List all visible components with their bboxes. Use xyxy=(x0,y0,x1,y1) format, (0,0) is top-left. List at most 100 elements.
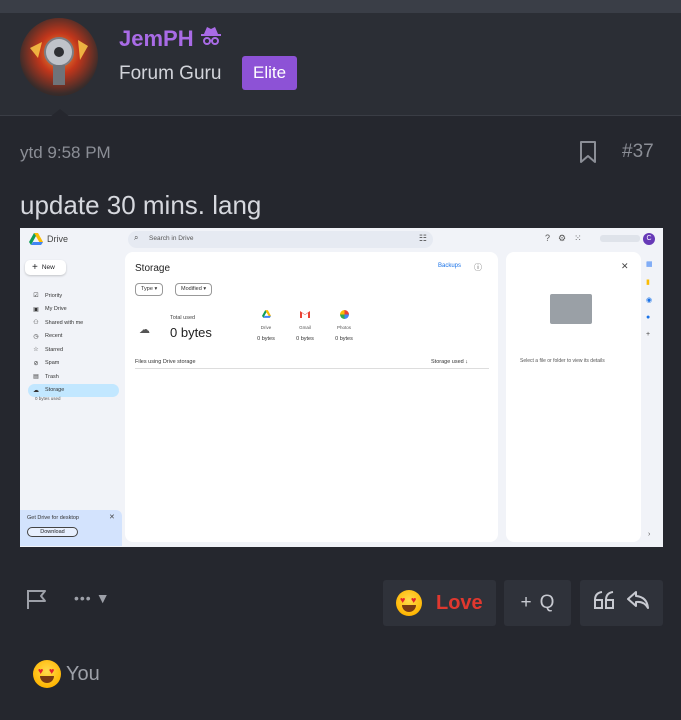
username[interactable]: JemPH xyxy=(119,25,222,53)
drive-filter-modified-label: Modified xyxy=(181,286,202,292)
user-header: JemPH Forum Guru Elite xyxy=(0,13,681,117)
drive-service-name: Photos xyxy=(336,325,351,330)
heart-eyes-emoji-icon: ♥ ♥ xyxy=(33,660,61,688)
details-placeholder-image xyxy=(550,294,592,324)
chevron-right-icon: › xyxy=(648,531,651,538)
clock-icon: ◷ xyxy=(33,333,39,340)
cloud-icon: ☁ xyxy=(33,387,39,394)
tasks-icon: ◉ xyxy=(646,297,653,304)
react-label: Love xyxy=(436,591,483,614)
quote-icon xyxy=(593,590,617,616)
ellipsis-icon: ••• xyxy=(74,590,92,606)
plus-icon: + xyxy=(32,262,38,273)
drive-nav-label: Spam xyxy=(45,360,60,367)
username-label[interactable]: JemPH xyxy=(119,26,194,52)
contacts-icon: ● xyxy=(646,314,651,321)
plus-icon: + xyxy=(646,331,651,338)
more-options-button[interactable]: ••• ▼ xyxy=(74,590,111,606)
drive-nav-item: ▤ Trash xyxy=(32,370,119,384)
heart-eyes-emoji-icon: ♥ ♥ xyxy=(396,590,422,616)
people-icon: ⚇ xyxy=(33,320,39,327)
multi-quote-button[interactable]: + Q xyxy=(504,580,571,626)
drive-icon xyxy=(251,310,281,321)
react-love-button[interactable]: ♥ ♥ Love xyxy=(383,580,496,626)
drive-nav-label: Priority xyxy=(45,292,63,299)
photos-icon xyxy=(329,310,359,321)
drive-folder-icon: ▣ xyxy=(33,306,39,313)
drive-nav-label: Starred xyxy=(45,346,64,353)
post-time[interactable]: ytd 9:58 PM xyxy=(20,143,111,163)
spam-icon: ⊘ xyxy=(33,360,39,367)
drive-sort-label: Storage used ↓ xyxy=(431,359,468,365)
apps-grid-icon: ⁙ xyxy=(574,233,582,243)
reactions-summary-label: You xyxy=(66,662,100,685)
drive-account-avatar: C xyxy=(643,233,655,245)
plus-icon: + xyxy=(520,592,532,613)
drive-nav-label: Storage xyxy=(45,387,65,394)
drive-service-photos: Photos 0 bytes xyxy=(329,310,359,342)
user-badge: Elite xyxy=(242,56,298,90)
attached-screenshot[interactable]: Drive ⌕ Search in Drive ☷ ? ⚙ ⁙ C + New … xyxy=(20,228,663,547)
drive-sort-text: Storage used xyxy=(431,359,464,365)
tune-icon: ☷ xyxy=(418,233,427,243)
drive-promo: Get Drive for desktop ✕ Download xyxy=(20,510,122,546)
drive-nav-item: ⚇ Shared with me xyxy=(32,316,119,330)
drive-files-label: Files using Drive storage xyxy=(135,359,196,365)
drive-nav-label: My Drive xyxy=(45,306,67,313)
drive-top-icons: ? ⚙ ⁙ xyxy=(545,233,582,244)
drive-service-name: Drive xyxy=(260,325,272,330)
drive-new-label: New xyxy=(41,264,55,271)
drive-nav-item: ◷ Recent xyxy=(32,330,119,344)
drive-side-apps: ▦ ▮ ◉ ● + xyxy=(646,260,658,338)
drive-new-button: + New xyxy=(25,260,66,275)
close-icon: ✕ xyxy=(621,261,629,271)
calendar-icon: ▦ xyxy=(646,261,653,268)
drive-search-bar: ⌕ Search in Drive ☷ xyxy=(128,231,433,248)
drive-storage-panel: Storage Backups ⓘ Type ▾ Modified ▾ ☁ To… xyxy=(125,252,498,542)
post-body: update 30 mins. lang xyxy=(20,190,262,220)
drive-service-value: 0 bytes xyxy=(296,336,314,342)
drive-download-button: Download xyxy=(27,527,78,537)
top-bar xyxy=(0,0,681,13)
drive-nav-item: ☑ Priority xyxy=(32,289,119,303)
drive-nav-item: ⊘ Spam xyxy=(32,357,119,371)
drive-promo-text: Get Drive for desktop xyxy=(27,515,79,521)
drive-nav-item-active: ☁ Storage xyxy=(28,383,119,397)
drive-search-placeholder: Search in Drive xyxy=(149,235,194,242)
drive-nav-label: Shared with me xyxy=(45,319,84,326)
drive-service-name: Gmail xyxy=(299,325,311,330)
cloud-icon: ☁ xyxy=(139,324,150,336)
drive-nav-item: ☆ Starred xyxy=(32,343,119,357)
drive-service-gmail: Gmail 0 bytes xyxy=(290,310,320,342)
reply-button[interactable] xyxy=(580,580,663,626)
check-circle-icon: ☑ xyxy=(33,293,39,300)
search-icon: ⌕ xyxy=(134,233,139,242)
avatar[interactable] xyxy=(20,18,98,96)
drive-service-value: 0 bytes xyxy=(335,336,353,342)
drive-title: Drive xyxy=(47,234,69,244)
report-flag-icon[interactable] xyxy=(25,588,49,610)
drive-nav-label: Recent xyxy=(45,333,63,340)
help-icon: ? xyxy=(545,233,551,243)
drive-details-text: Select a file or folder to view its deta… xyxy=(520,358,605,364)
reply-arrow-icon xyxy=(626,589,650,617)
bookmark-icon[interactable] xyxy=(578,140,598,164)
drive-total-label: Total used xyxy=(170,315,196,321)
caret-down-icon: ▼ xyxy=(95,590,111,606)
divider xyxy=(135,368,489,369)
reactions-summary[interactable]: ♥ ♥ You xyxy=(33,660,100,688)
drive-details-panel: ✕ Select a file or folder to view its de… xyxy=(506,252,641,542)
drive-service-value: 0 bytes xyxy=(257,336,275,342)
organization-logo xyxy=(600,235,640,242)
user-title: Forum Guru xyxy=(119,63,222,84)
drive-nav: ☑ Priority ▣ My Drive ⚇ Shared with me ◷ Rec… xyxy=(28,289,119,397)
info-icon: ⓘ xyxy=(474,263,482,272)
post-number[interactable]: #37 xyxy=(622,141,654,163)
trash-icon: ▤ xyxy=(33,374,39,381)
gmail-icon xyxy=(290,310,320,321)
drive-backups-link: Backups xyxy=(438,263,462,269)
drive-filter-type-label: Type xyxy=(141,286,153,292)
settings-icon: ⚙ xyxy=(558,233,567,243)
drive-storage-title: Storage xyxy=(135,263,171,274)
drive-filter-type: Type ▾ xyxy=(135,283,164,296)
